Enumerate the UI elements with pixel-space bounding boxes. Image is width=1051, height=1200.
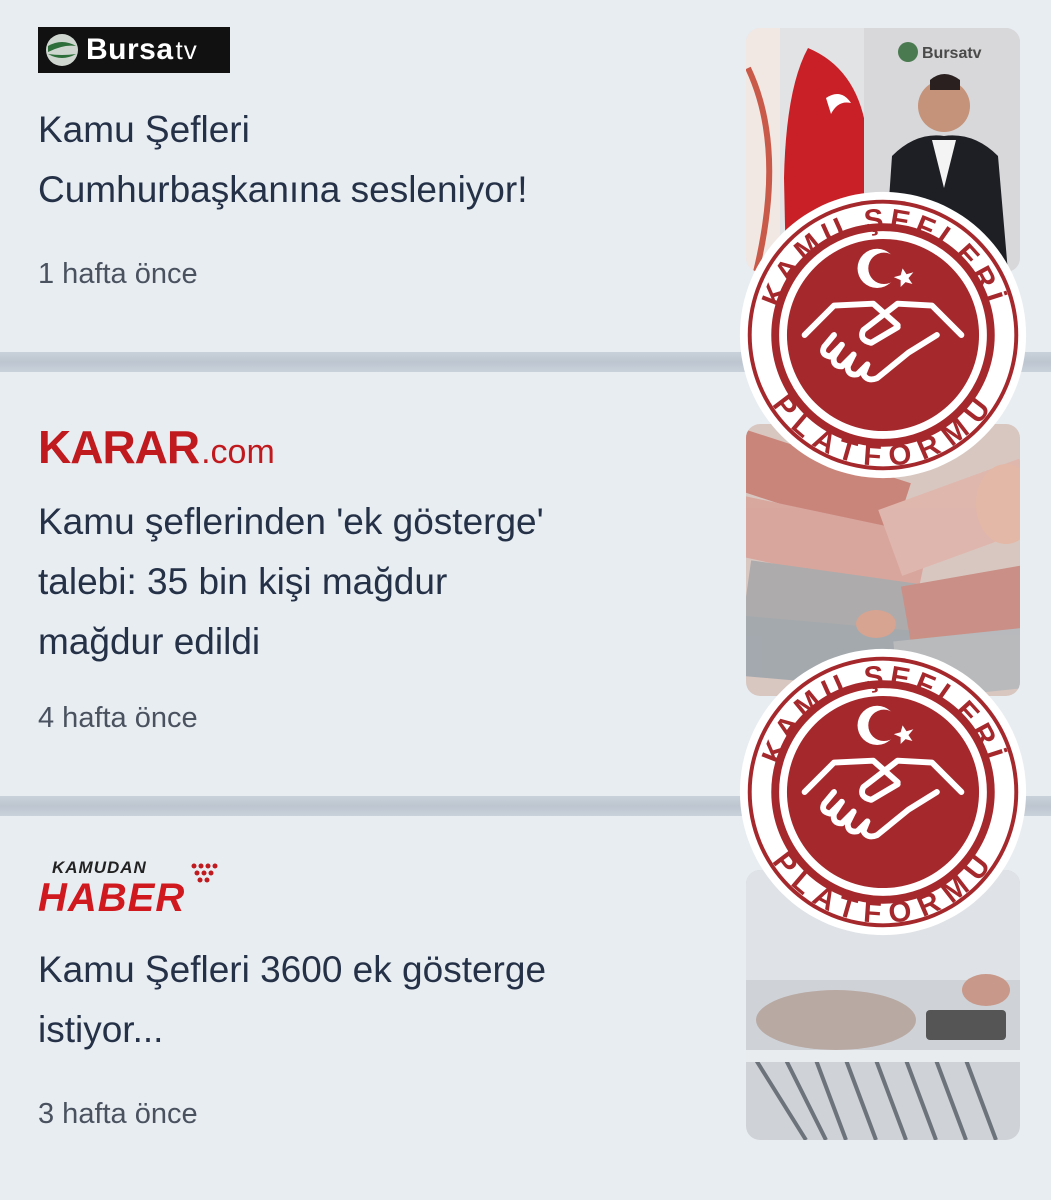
source-name-top: KAMUDAN <box>52 858 147 877</box>
title-line: Kamu Şefleri <box>38 109 250 150</box>
title-line: istiyor... <box>38 1009 164 1050</box>
article-time: 1 hafta önce <box>38 258 198 290</box>
dots-icon <box>191 863 218 883</box>
globe-icon <box>46 34 78 66</box>
kamu-sefleri-platformu-seal: KAMU ŞEFLERİ PLATFORMU <box>739 191 1027 479</box>
title-line: mağdur edildi <box>38 621 261 662</box>
title-line: Kamu şeflerinden 'ek gösterge' <box>38 501 544 542</box>
title-line: Cumhurbaşkanına sesleniyor! <box>38 169 528 210</box>
title-line: Kamu Şefleri 3600 ek gösterge <box>38 949 547 990</box>
source-logo-bursatv: Bursa tv <box>38 27 230 73</box>
source-name: Bursa <box>86 33 174 66</box>
article-title[interactable]: Kamu şeflerinden 'ek gösterge' talebi: 3… <box>38 492 718 672</box>
source-logo-kamudan-haber: KAMUDAN HABER <box>38 858 228 920</box>
source-name: HABER <box>38 876 186 920</box>
kamu-sefleri-platformu-seal: KAMU ŞEFLERİ PLATFORMU <box>739 648 1027 936</box>
source-logo-karar: KARAR .com <box>38 420 275 476</box>
source-suffix: .com <box>201 433 275 471</box>
article-title[interactable]: Kamu Şefleri Cumhurbaşkanına sesleniyor! <box>38 100 718 220</box>
article-time: 3 hafta önce <box>38 1098 198 1130</box>
source-suffix: tv <box>175 34 198 65</box>
source-name: KARAR <box>38 421 200 473</box>
article-title[interactable]: Kamu Şefleri 3600 ek gösterge istiyor... <box>38 940 718 1060</box>
article-time: 4 hafta önce <box>38 702 198 734</box>
title-line: talebi: 35 bin kişi mağdur <box>38 561 448 602</box>
thumb-logo-text: Bursatv <box>922 45 982 62</box>
